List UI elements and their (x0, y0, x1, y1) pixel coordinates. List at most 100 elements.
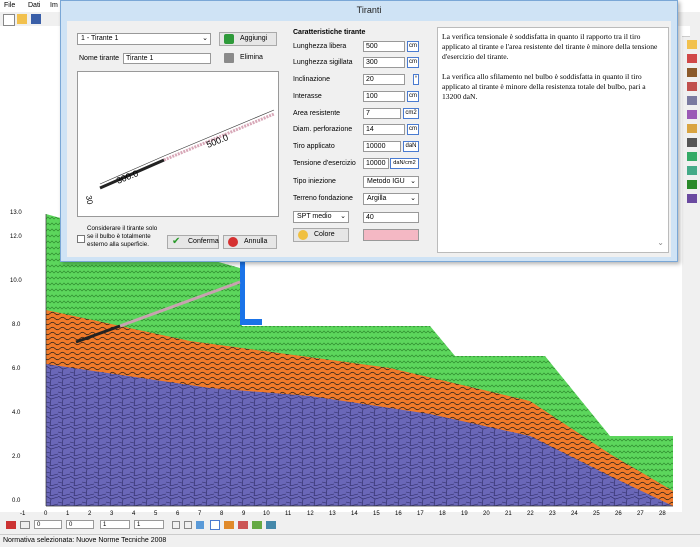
delete-anchor-button[interactable]: Elimina (219, 51, 277, 65)
zoom-icon[interactable] (196, 521, 204, 529)
free-length-input[interactable]: 500 (363, 41, 405, 52)
chevron-down-icon: ⌄ (202, 35, 208, 42)
soil-select[interactable]: Argilla ⌄ (363, 193, 419, 205)
field-label: Tensione d'esercizio (293, 160, 356, 167)
dialog-body: 1 - Tirante 1 ⌄ Aggiungi Nome tirante Tir… (67, 21, 671, 257)
wall-icon[interactable] (687, 124, 697, 133)
unit-label: cm (407, 57, 419, 68)
unit-label: daN/cm2 (390, 158, 419, 169)
injection-label: Tipo iniezione (293, 178, 336, 185)
water-icon[interactable] (687, 110, 697, 119)
checkbox-label: Considerare il tirante solo se il bulbo … (87, 225, 158, 248)
status-text: Normativa selezionata: Nuove Norme Tecni… (3, 537, 167, 544)
field-label: Area resistente (293, 110, 341, 117)
pullout-check-text: La verifica allo sfilamento nel bulbo è … (442, 72, 646, 101)
y-axis-label: 13.0 (10, 210, 22, 216)
filter-icon[interactable] (687, 152, 697, 161)
unit-label: cm (407, 124, 419, 135)
unit-label: cm2 (403, 108, 419, 119)
retaining-wall (240, 262, 245, 324)
field-label: Interasse (293, 93, 322, 100)
draw-tool-icon[interactable] (238, 521, 248, 529)
injection-select[interactable]: Metodo IGU ⌄ (363, 176, 419, 188)
load-icon[interactable] (687, 82, 697, 91)
bonded-length-input[interactable]: 300 (363, 57, 405, 68)
grid-icon[interactable] (687, 96, 697, 105)
section-title: Caratteristiche tirante (293, 29, 366, 36)
area-input[interactable]: 7 (363, 108, 401, 119)
field-label: Lunghezza sigillata (293, 59, 353, 66)
chevron-down-icon: ⌄ (410, 178, 416, 185)
tension-input[interactable]: 10000 (363, 141, 401, 152)
function-icon[interactable] (687, 180, 697, 189)
inclination-input[interactable]: 20 (363, 74, 405, 85)
unit-label: cm (407, 91, 419, 102)
spacing-input[interactable]: 100 (363, 91, 405, 102)
external-bulb-checkbox[interactable] (77, 235, 85, 243)
menu-im[interactable]: Im (50, 2, 58, 9)
soil-label: Terreno fondazione (293, 195, 353, 202)
coord-field-4[interactable]: 1 (134, 520, 164, 529)
stress-input[interactable]: 10000 (363, 158, 389, 169)
color-button[interactable]: Colore (293, 228, 349, 242)
anchor-name-input[interactable]: Tirante 1 (123, 53, 211, 64)
anchor-preview: 500.0 300.0 30 (77, 71, 279, 217)
chevron-down-icon: ⌄ (340, 213, 346, 220)
report-icon[interactable] (687, 194, 697, 203)
check-icon: ✔ (172, 236, 181, 247)
field-label: Inclinazione (293, 76, 330, 83)
spt-select[interactable]: SPT medio ⌄ (293, 211, 349, 223)
grid-toggle-icon[interactable] (20, 521, 30, 529)
chart-icon[interactable] (687, 166, 697, 175)
name-label: Nome tirante (79, 55, 120, 62)
color-swatch[interactable] (363, 229, 419, 241)
coord-field-2[interactable]: 0 (66, 520, 94, 529)
unit-label: daN (403, 141, 419, 152)
free-length-dim: 500.0 (205, 132, 230, 150)
coord-field-1[interactable]: 0 (34, 520, 62, 529)
close-square-icon[interactable] (184, 521, 192, 529)
soil-icon[interactable] (687, 68, 697, 77)
scroll-down-icon[interactable]: ⌄ (657, 238, 664, 248)
spt-input[interactable]: 40 (363, 212, 419, 223)
unit-label: cm (407, 41, 419, 52)
y-axis-label: 2.0 (12, 454, 21, 460)
y-axis-label: 12.0 (10, 234, 22, 240)
chevron-down-icon: ⌄ (410, 195, 416, 202)
y-axis-label: 10.0 (10, 278, 22, 284)
diameter-input[interactable]: 14 (363, 124, 405, 135)
tension-check-text: La verifica tensionale è soddisfatta in … (442, 32, 658, 61)
bottom-toolbar: 0 0 1 1 (0, 518, 700, 532)
cancel-icon (228, 237, 238, 247)
add-icon (224, 34, 234, 44)
new-file-icon[interactable] (3, 14, 15, 26)
menu-file[interactable]: File (4, 2, 15, 9)
status-bar: Normativa selezionata: Nuove Norme Tecni… (0, 534, 700, 547)
unit-label: ° (413, 74, 419, 85)
snap-icon[interactable] (172, 521, 180, 529)
layer-icon[interactable] (687, 54, 697, 63)
field-label: Lunghezza libera (293, 43, 347, 50)
cancel-button[interactable]: Annulla (223, 235, 277, 249)
save-icon[interactable] (31, 14, 41, 24)
axis-icon[interactable] (210, 520, 220, 530)
folder-icon[interactable] (687, 40, 697, 49)
open-folder-icon[interactable] (17, 14, 27, 24)
coord-field-3[interactable]: 1 (100, 520, 130, 529)
palette-icon (298, 230, 308, 240)
confirm-button[interactable]: ✔ Conferma (167, 235, 219, 249)
anchor-select[interactable]: 1 - Tirante 1 ⌄ (77, 33, 211, 45)
y-axis-label: 8.0 (12, 322, 21, 328)
bonded-length-dim: 300.0 (115, 168, 140, 186)
y-axis-label: 4.0 (12, 410, 21, 416)
add-anchor-button[interactable]: Aggiungi (219, 32, 277, 46)
pointer-icon[interactable] (6, 521, 16, 529)
angle-dim: 30 (84, 195, 95, 206)
y-axis-label: 0.0 (12, 498, 21, 504)
verification-text: La verifica tensionale è soddisfatta in … (437, 27, 669, 253)
layer-tool-icon[interactable] (224, 521, 234, 529)
measure-icon[interactable] (266, 521, 276, 529)
menu-dati[interactable]: Dati (28, 2, 40, 9)
anchor-icon[interactable] (687, 138, 697, 147)
edit-tool-icon[interactable] (252, 521, 262, 529)
